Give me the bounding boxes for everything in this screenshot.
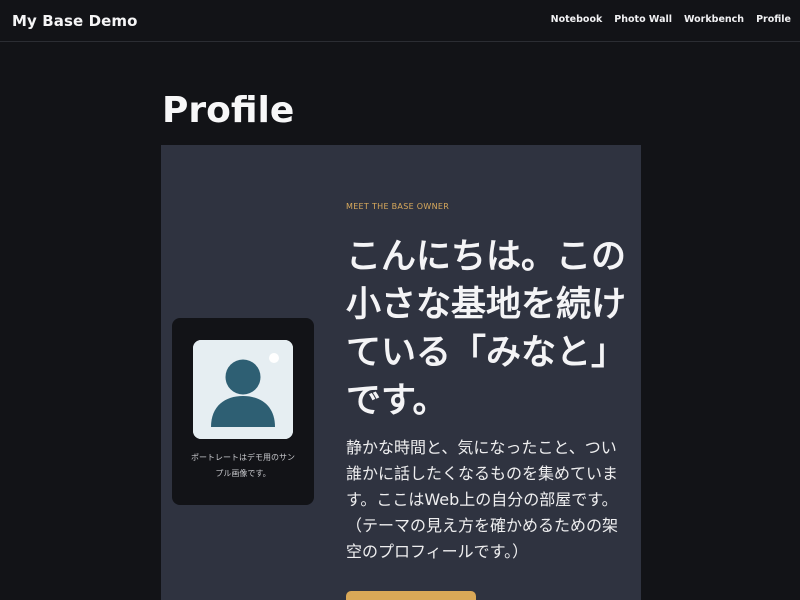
brand-link[interactable]: My Base Demo: [12, 12, 138, 30]
profile-hero-panel: ポートレートはデモ用のサンプル画像です。 MEET THE BASE OWNER…: [161, 145, 641, 600]
main-nav: Notebook Photo Wall Workbench Profile: [551, 14, 791, 25]
portrait-card: ポートレートはデモ用のサンプル画像です。: [172, 318, 314, 505]
profile-action-button[interactable]: [346, 591, 476, 600]
nav-link-notebook[interactable]: Notebook: [551, 14, 603, 25]
nav-link-workbench[interactable]: Workbench: [684, 14, 744, 25]
page-title: Profile: [162, 90, 295, 131]
nav-link-profile[interactable]: Profile: [756, 14, 791, 25]
avatar-head: [225, 359, 261, 395]
person-avatar-icon: [193, 340, 293, 439]
profile-intro: MEET THE BASE OWNER こんにちは。この小さな基地を続けている「…: [346, 201, 626, 565]
profile-eyebrow: MEET THE BASE OWNER: [346, 202, 450, 211]
portrait-caption: ポートレートはデモ用のサンプル画像です。: [191, 453, 295, 478]
profile-hero-title: こんにちは。この小さな基地を続けている「みなと」です。: [346, 237, 627, 421]
top-navigation-bar: My Base Demo Notebook Photo Wall Workben…: [0, 0, 800, 42]
avatar-svg: [193, 340, 293, 439]
profile-description: 静かな時間と、気になったこと、つい誰かに話したくなるものを集めています。ここはW…: [346, 438, 619, 561]
avatar-status-dot: [269, 353, 279, 363]
nav-link-photo-wall[interactable]: Photo Wall: [614, 14, 672, 25]
